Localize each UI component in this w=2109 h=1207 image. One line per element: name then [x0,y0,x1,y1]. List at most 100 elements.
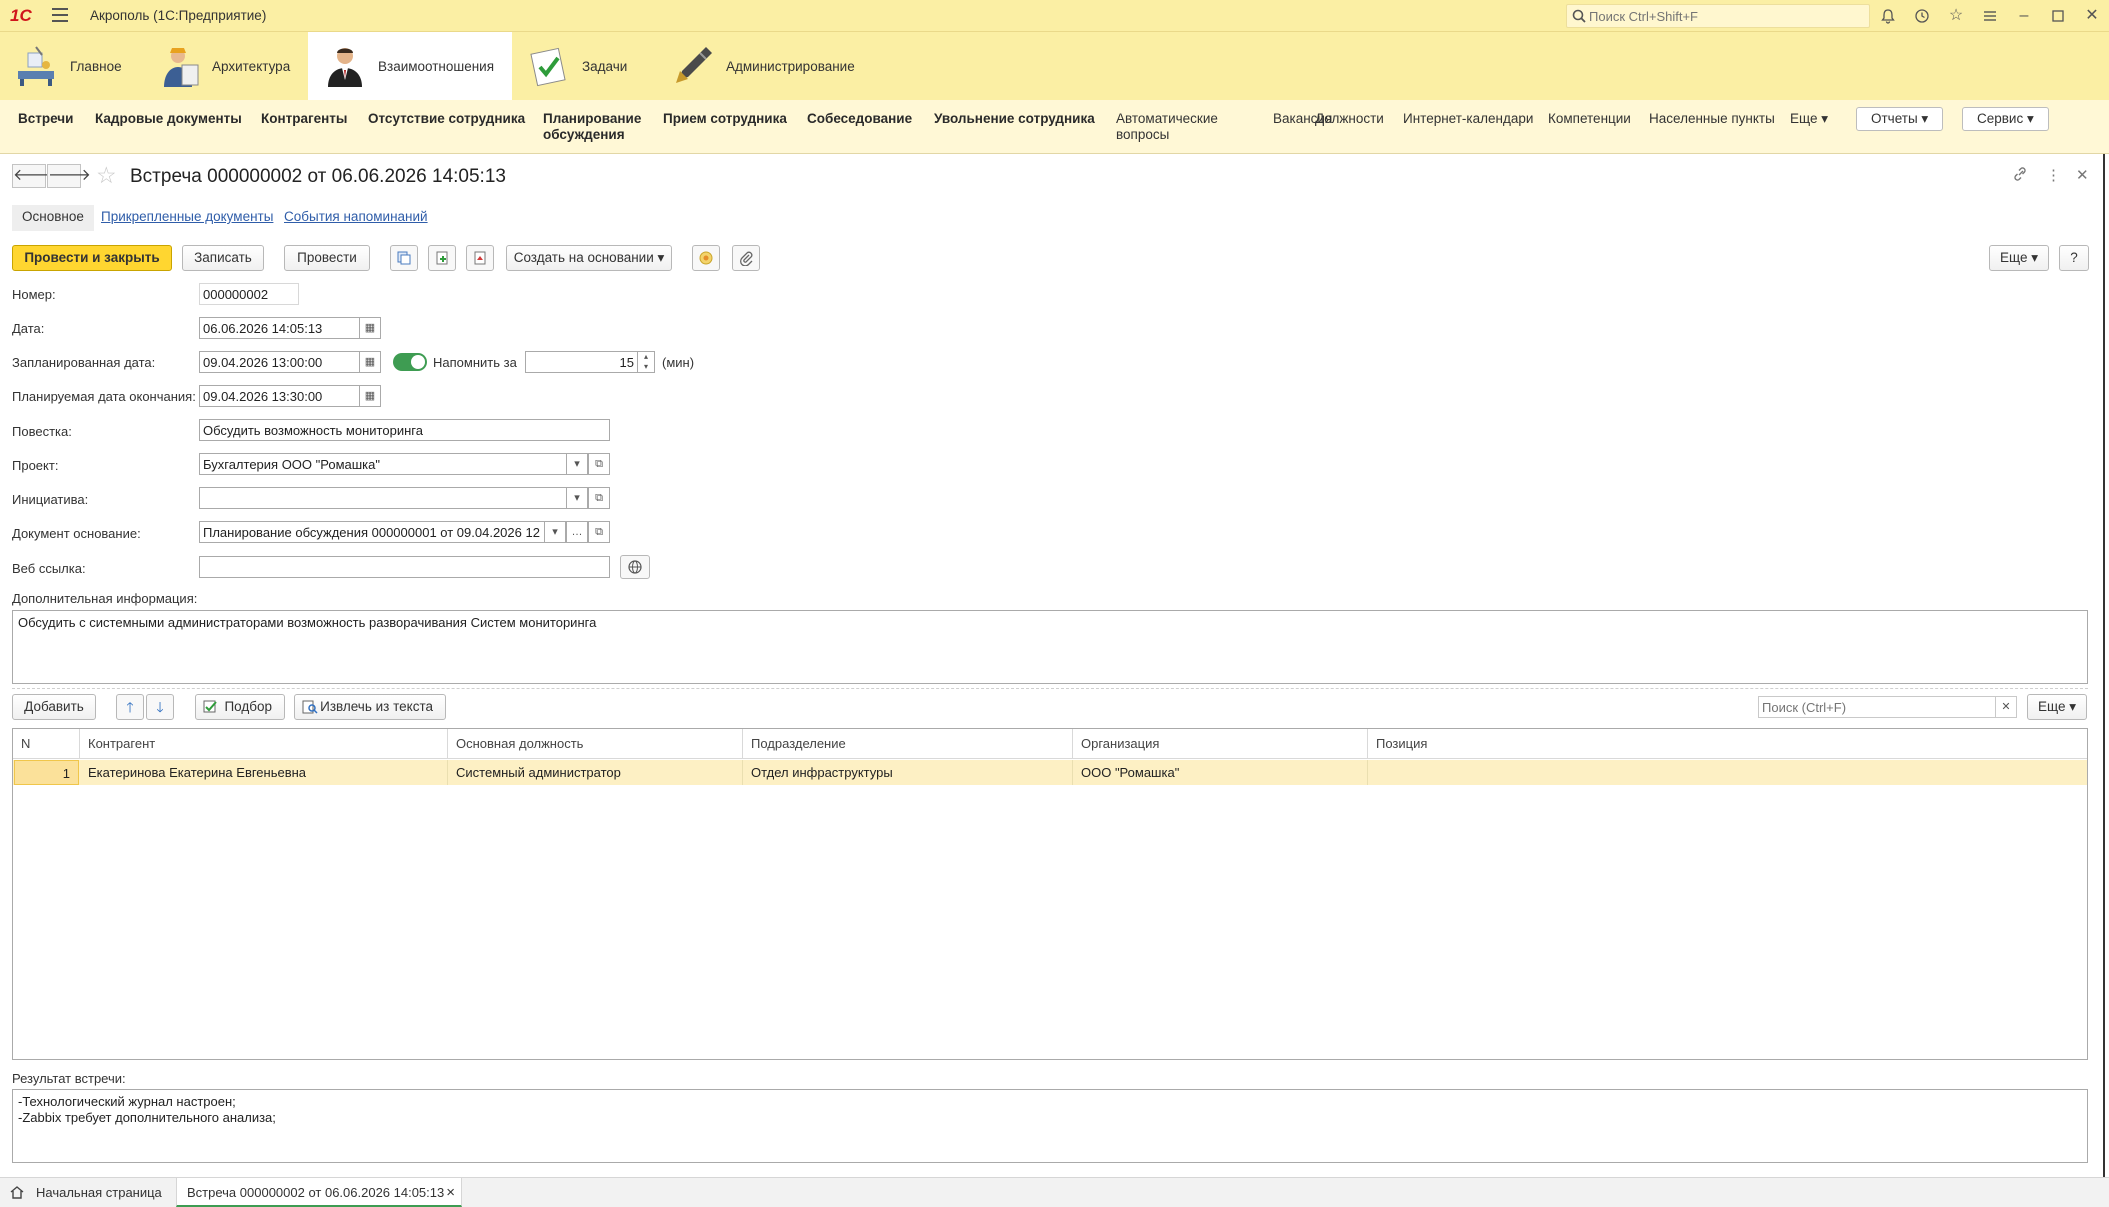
forward-button[interactable]: 🡒 [47,164,91,188]
open-link-icon[interactable]: ⧉ [588,521,610,543]
func-discussion-planning[interactable]: Планирование обсуждения [543,111,641,143]
taskbar-active-tab[interactable]: Встреча 000000002 от 06.06.2026 14:05:13… [176,1178,462,1207]
number-field[interactable] [199,283,299,305]
table-cell[interactable]: Екатеринова Екатерина Евгеньевна [80,760,448,785]
global-search-input[interactable] [1589,9,1859,24]
table-cell[interactable] [1368,760,2087,785]
func-internet-calendars[interactable]: Интернет-календари [1403,111,1533,127]
project-field[interactable] [199,453,567,475]
open-link-icon[interactable]: ⧉ [588,453,610,475]
close-tab-icon[interactable]: × [446,1178,455,1207]
initiative-field[interactable] [199,487,567,509]
home-icon[interactable] [10,1178,24,1207]
close-form-icon[interactable]: ✕ [2076,166,2089,184]
main-menu-icon[interactable] [52,8,68,22]
post-button[interactable]: Провести [284,245,370,271]
clear-search-icon[interactable]: ✕ [1995,696,2017,718]
column-header[interactable]: Основная должность [448,729,743,759]
basis-document-field[interactable] [199,521,545,543]
remind-stepper[interactable]: ▴ ▾ [637,351,655,373]
move-down-icon[interactable]: 🡓 [146,694,174,720]
result-field[interactable] [12,1089,2088,1163]
end-date-field[interactable] [199,385,360,407]
more-vertical-icon[interactable]: ⋮ [2046,166,2061,184]
open-link-icon[interactable]: ⧉ [588,487,610,509]
tab-attached-documents[interactable]: Прикрепленные документы [101,205,273,231]
select-ellipsis-icon[interactable]: … [566,521,588,543]
doc-report-icon[interactable] [466,245,494,271]
global-search[interactable] [1566,4,1870,28]
func-hr-documents[interactable]: Кадровые документы [95,111,242,127]
func-employee-dismissal[interactable]: Увольнение сотрудника [934,111,1095,127]
favorite-star-icon[interactable]: ☆ [96,164,117,187]
link-icon[interactable] [2012,166,2028,186]
more-actions-button[interactable]: Еще ▾ [1989,245,2049,271]
column-header[interactable]: Контрагент [80,729,448,759]
date-field[interactable] [199,317,360,339]
dropdown-icon[interactable]: ▾ [544,521,566,543]
agenda-field[interactable] [199,419,610,441]
add-row-button[interactable]: Добавить [12,694,96,720]
pick-button[interactable]: Подбор [195,694,285,720]
history-icon[interactable] [1912,6,1932,26]
favorites-star-icon[interactable]: ☆ [1946,6,1966,26]
section-relations[interactable]: Взаимоотношения [308,32,512,100]
maximize-icon[interactable] [2048,6,2068,26]
func-employee-absence[interactable]: Отсутствие сотрудника [368,111,525,127]
table-row[interactable]: 1 Екатеринова Екатерина Евгеньевна Систе… [13,760,2087,785]
copy-doc-icon[interactable] [390,245,418,271]
settings-lines-icon[interactable] [1980,6,2000,26]
move-up-icon[interactable]: 🡑 [116,694,144,720]
calendar-icon[interactable]: ▦ [359,351,381,373]
table-cell[interactable]: 1 [14,760,79,785]
splitter[interactable] [12,688,2088,689]
dropdown-icon[interactable]: ▾ [566,453,588,475]
post-and-close-button[interactable]: Провести и закрыть [12,245,172,271]
table-cell[interactable]: Системный администратор [448,760,743,785]
calendar-icon[interactable]: ▦ [359,385,381,407]
func-auto-questions[interactable]: Автоматические вопросы [1116,111,1218,143]
table-cell[interactable]: ООО "Ромашка" [1073,760,1368,785]
table-more-button[interactable]: Еще ▾ [2027,694,2087,720]
save-button[interactable]: Записать [182,245,264,271]
section-main[interactable]: Главное [0,32,136,100]
column-header[interactable]: Подразделение [743,729,1073,759]
func-meetings[interactable]: Встречи [18,111,73,127]
extra-info-field[interactable] [12,610,2088,684]
column-header[interactable]: N [13,729,80,759]
planned-date-field[interactable] [199,351,360,373]
table-cell[interactable]: Отдел инфраструктуры [743,760,1073,785]
minimize-icon[interactable]: – [2014,6,2034,26]
func-counterparties[interactable]: Контрагенты [261,111,347,127]
section-architecture[interactable]: Архитектура [142,32,304,100]
section-tasks[interactable]: Задачи [512,32,641,100]
scrollbar[interactable] [2103,154,2105,1177]
globe-icon[interactable] [620,555,650,579]
structure-icon[interactable] [692,245,720,271]
back-button[interactable]: 🡐 [12,164,56,188]
bell-icon[interactable] [1878,6,1898,26]
reports-button[interactable]: Отчеты ▾ [1856,107,1944,131]
calendar-icon[interactable]: ▦ [359,317,381,339]
web-link-field[interactable] [199,556,610,578]
func-settlements[interactable]: Населенные пункты [1649,111,1775,127]
func-interview[interactable]: Собеседование [807,111,912,127]
help-button[interactable]: ? [2059,245,2089,271]
func-more[interactable]: Еще ▾ [1790,111,1828,127]
remind-minutes-field[interactable] [525,351,638,373]
table-search-input[interactable] [1758,696,1996,718]
func-positions[interactable]: Должности [1315,111,1384,127]
column-header[interactable]: Позиция [1368,729,2087,759]
tab-reminder-events[interactable]: События напоминаний [284,205,428,231]
column-header[interactable]: Организация [1073,729,1368,759]
section-administration[interactable]: Администрирование [656,32,869,100]
create-based-on-button[interactable]: Создать на основании ▾ [506,245,672,271]
participants-table[interactable]: N Контрагент Основная должность Подразде… [12,728,2088,1060]
func-competencies[interactable]: Компетенции [1548,111,1631,127]
taskbar-home-page[interactable]: Начальная страница [36,1178,162,1207]
dropdown-icon[interactable]: ▾ [566,487,588,509]
doc-movements-icon[interactable] [428,245,456,271]
remind-toggle[interactable] [393,353,427,371]
close-window-icon[interactable]: ✕ [2082,6,2102,26]
attach-paperclip-icon[interactable] [732,245,760,271]
